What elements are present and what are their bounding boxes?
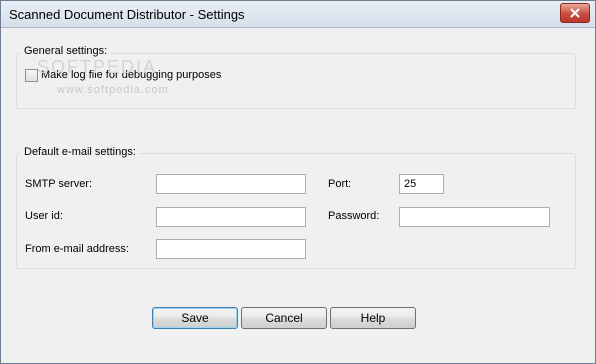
window-title: Scanned Document Distributor - Settings <box>9 7 245 22</box>
from-address-field[interactable] <box>156 239 306 259</box>
password-field[interactable] <box>399 207 550 227</box>
help-button[interactable]: Help <box>330 307 416 329</box>
softpedia-watermark: SOFTPEDIA <box>37 57 158 77</box>
save-button[interactable]: Save <box>152 307 238 329</box>
port-label: Port: <box>328 178 352 190</box>
close-icon <box>570 8 580 18</box>
user-id-field[interactable] <box>156 207 306 227</box>
user-id-label: User id: <box>25 210 63 222</box>
email-settings-title: Default e-mail settings: <box>21 146 139 158</box>
smtp-server-label: SMTP server: <box>25 178 93 190</box>
port-field[interactable] <box>399 174 444 194</box>
password-label: Password: <box>328 210 380 222</box>
title-bar[interactable]: Scanned Document Distributor - Settings <box>1 1 595 28</box>
smtp-server-field[interactable] <box>156 174 306 194</box>
settings-window: Scanned Document Distributor - Settings … <box>0 0 596 364</box>
close-button[interactable] <box>560 3 590 23</box>
cancel-button[interactable]: Cancel <box>241 307 327 329</box>
general-settings-title: General settings: <box>21 45 111 57</box>
dialog-client-area: General settings: Make log file for debu… <box>1 28 595 363</box>
from-address-label: From e-mail address: <box>25 243 129 255</box>
softpedia-url-watermark: www.softpedia.com <box>57 84 169 96</box>
